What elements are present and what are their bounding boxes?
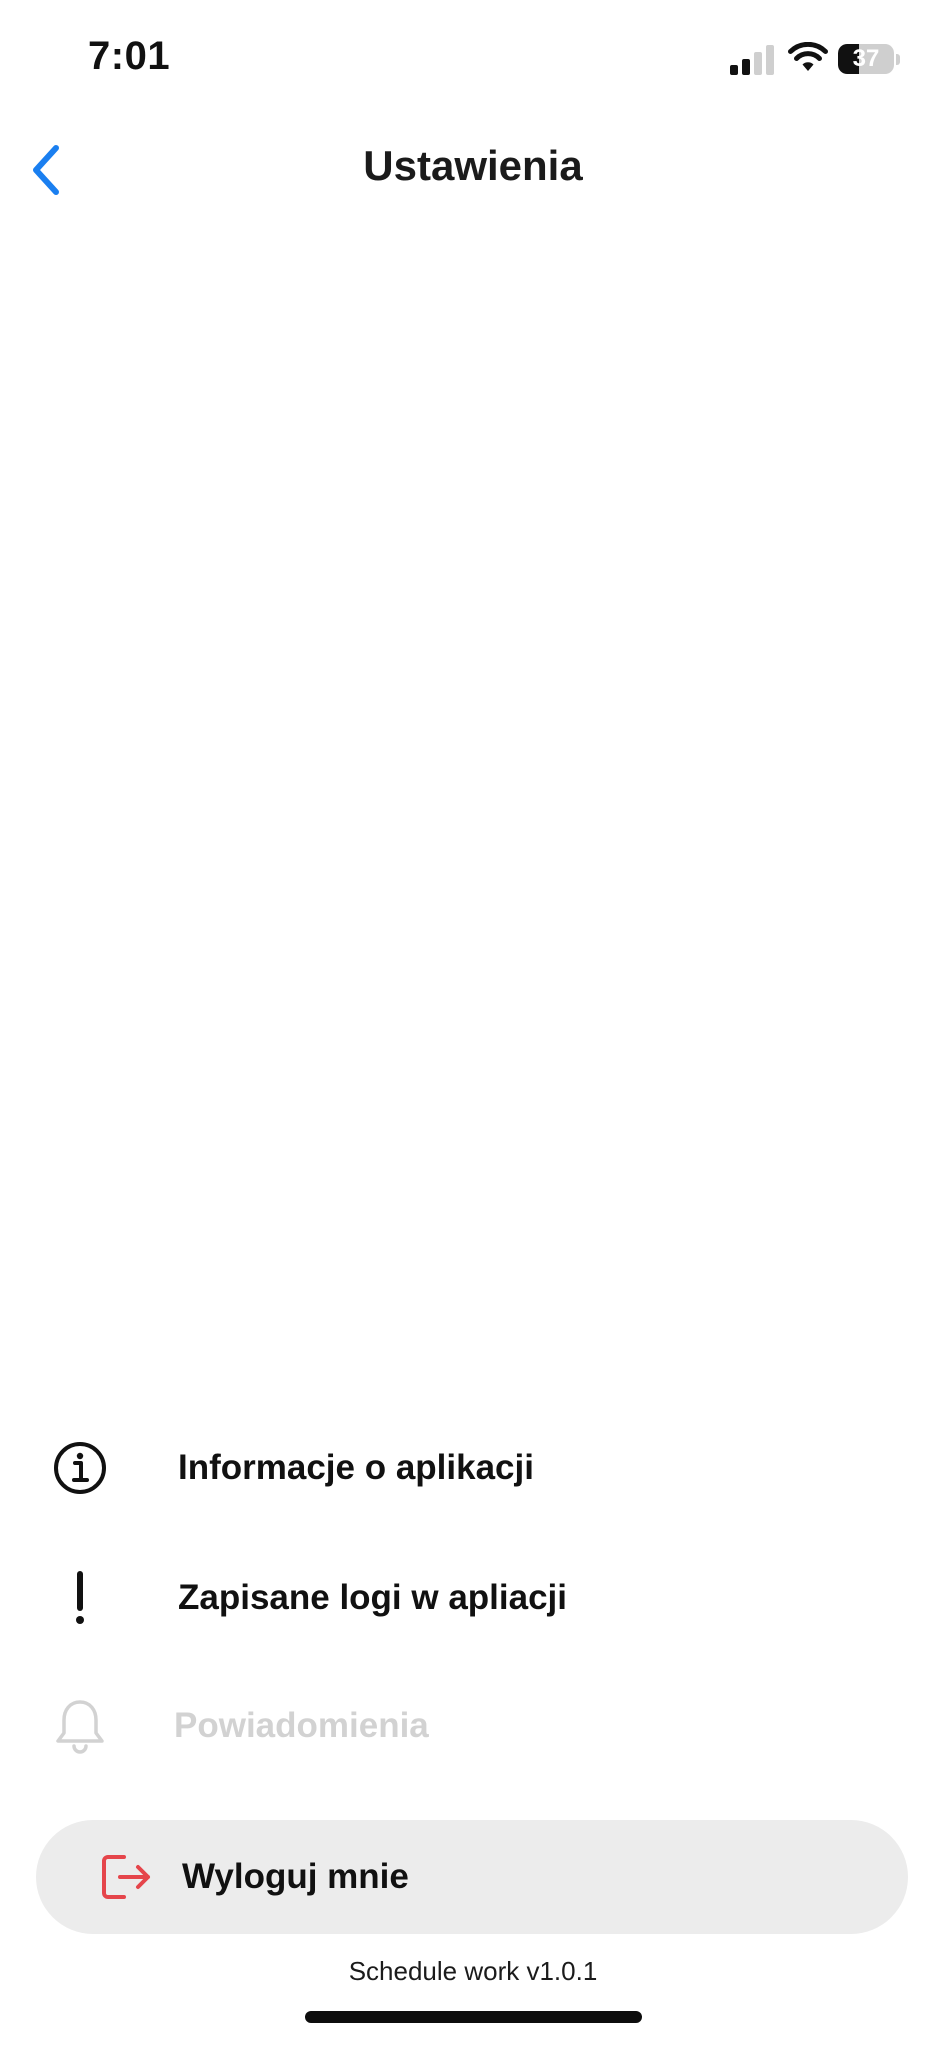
home-indicator[interactable] [305,2011,642,2023]
info-circle-icon [40,1428,120,1508]
battery-icon: 37 [838,44,900,76]
signal-icon [730,45,774,75]
logout-label: Wyloguj mnie [182,1857,409,1896]
logout-button[interactable]: Wyloguj mnie [36,1820,908,1934]
menu-item-label: Informacje o aplikacji [178,1448,534,1487]
menu-item-label: Zapisane logi w apliacji [178,1578,567,1617]
menu-item-label: Powiadomienia [174,1706,429,1745]
status-bar: 7:01 37 [0,0,946,120]
header: Ustawienia [0,130,946,210]
battery-level: 37 [852,45,880,72]
page-title: Ustawienia [363,142,583,189]
app-version: Schedule work v1.0.1 [348,1956,598,1986]
menu-item-notifications[interactable]: Powiadomienia [40,1681,900,1771]
menu-item-saved-logs[interactable]: Zapisane logi w apliacji [40,1553,900,1643]
bell-icon [40,1686,120,1766]
menu-item-app-info[interactable]: Informacje o aplikacji [40,1423,900,1513]
status-time: 7:01 [88,34,171,78]
logout-icon [102,1855,150,1899]
wifi-icon [788,42,828,71]
battery-nub [896,54,900,65]
exclamation-icon [40,1558,120,1638]
battery-body: 37 [838,44,894,74]
